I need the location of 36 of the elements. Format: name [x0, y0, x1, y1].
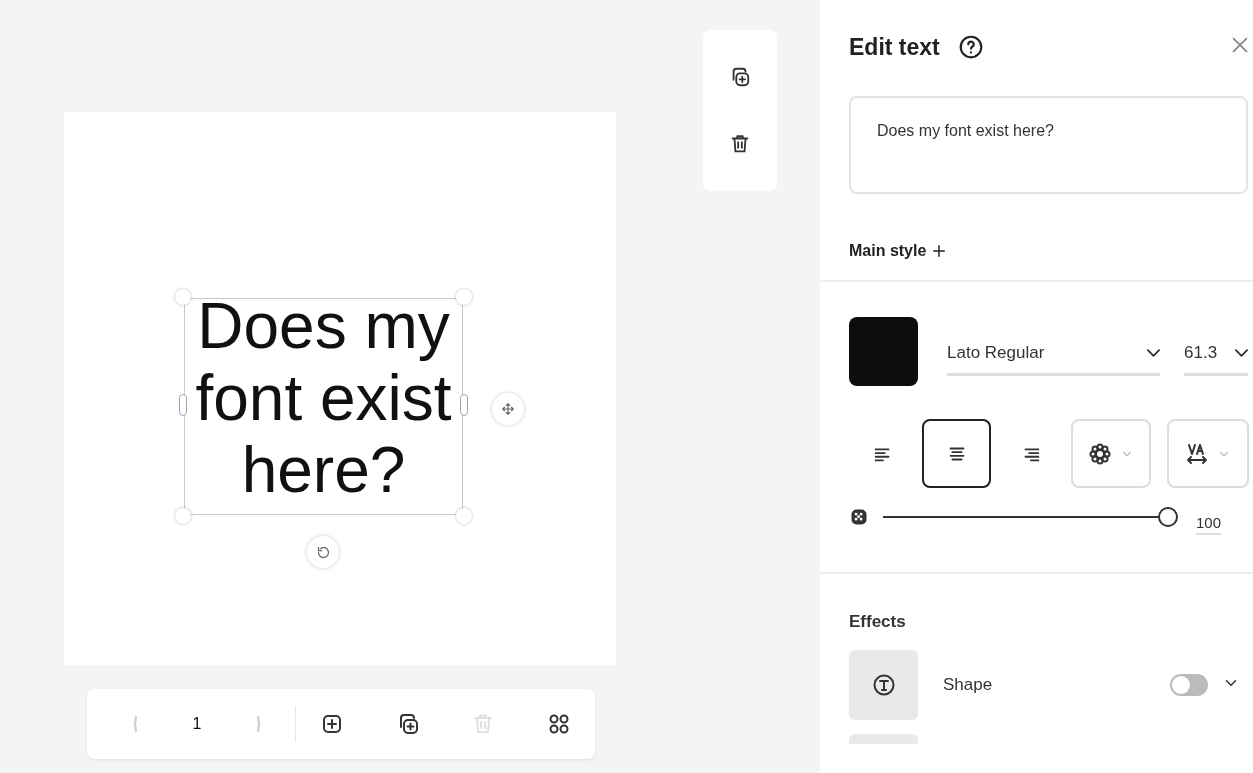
- opacity-value[interactable]: 100: [1196, 513, 1222, 535]
- help-icon[interactable]: [957, 34, 984, 60]
- kerning-dropdown[interactable]: [1167, 419, 1249, 488]
- opacity-icon: [849, 507, 869, 527]
- chevron-down-icon: [1235, 348, 1248, 357]
- slider-thumb[interactable]: [1158, 507, 1178, 527]
- align-button[interactable]: [922, 419, 991, 488]
- resize-handle[interactable]: [456, 508, 472, 524]
- side-handle[interactable]: [460, 394, 468, 416]
- text-circle-icon: [871, 673, 896, 697]
- flower-icon: [1088, 441, 1112, 466]
- canvas-text[interactable]: Does my font exist here?: [174, 290, 473, 506]
- size-dropdown[interactable]: 61.3: [1184, 332, 1248, 376]
- spacing-dropdown[interactable]: [1071, 419, 1151, 488]
- effect-name: Shape: [943, 675, 994, 695]
- add-page-icon[interactable]: [320, 712, 344, 736]
- toggle-switch[interactable]: [1170, 674, 1208, 696]
- color-swatch[interactable]: [849, 317, 918, 386]
- main-style-label: Main style: [849, 242, 927, 260]
- rotate-icon: [315, 544, 331, 560]
- effects-heading: Effects: [848, 611, 907, 632]
- move-button[interactable]: [492, 393, 524, 425]
- resize-handle[interactable]: [175, 289, 191, 305]
- trash-icon[interactable]: [729, 132, 751, 155]
- move-icon: [501, 402, 515, 416]
- panel-title: Edit text: [849, 33, 940, 61]
- resize-handle[interactable]: [175, 508, 191, 524]
- side-handle[interactable]: [179, 394, 187, 416]
- kerning-icon: [1185, 441, 1209, 466]
- font-dropdown[interactable]: Lato Regular: [947, 332, 1160, 376]
- rotate-button[interactable]: [307, 536, 339, 568]
- effect-thumbnail[interactable]: [849, 650, 918, 720]
- chevron-down-icon: [1147, 348, 1160, 357]
- text-input-field[interactable]: Does my font exist here?: [849, 96, 1248, 194]
- page-number: 1: [191, 715, 203, 733]
- resize-handle[interactable]: [456, 289, 472, 305]
